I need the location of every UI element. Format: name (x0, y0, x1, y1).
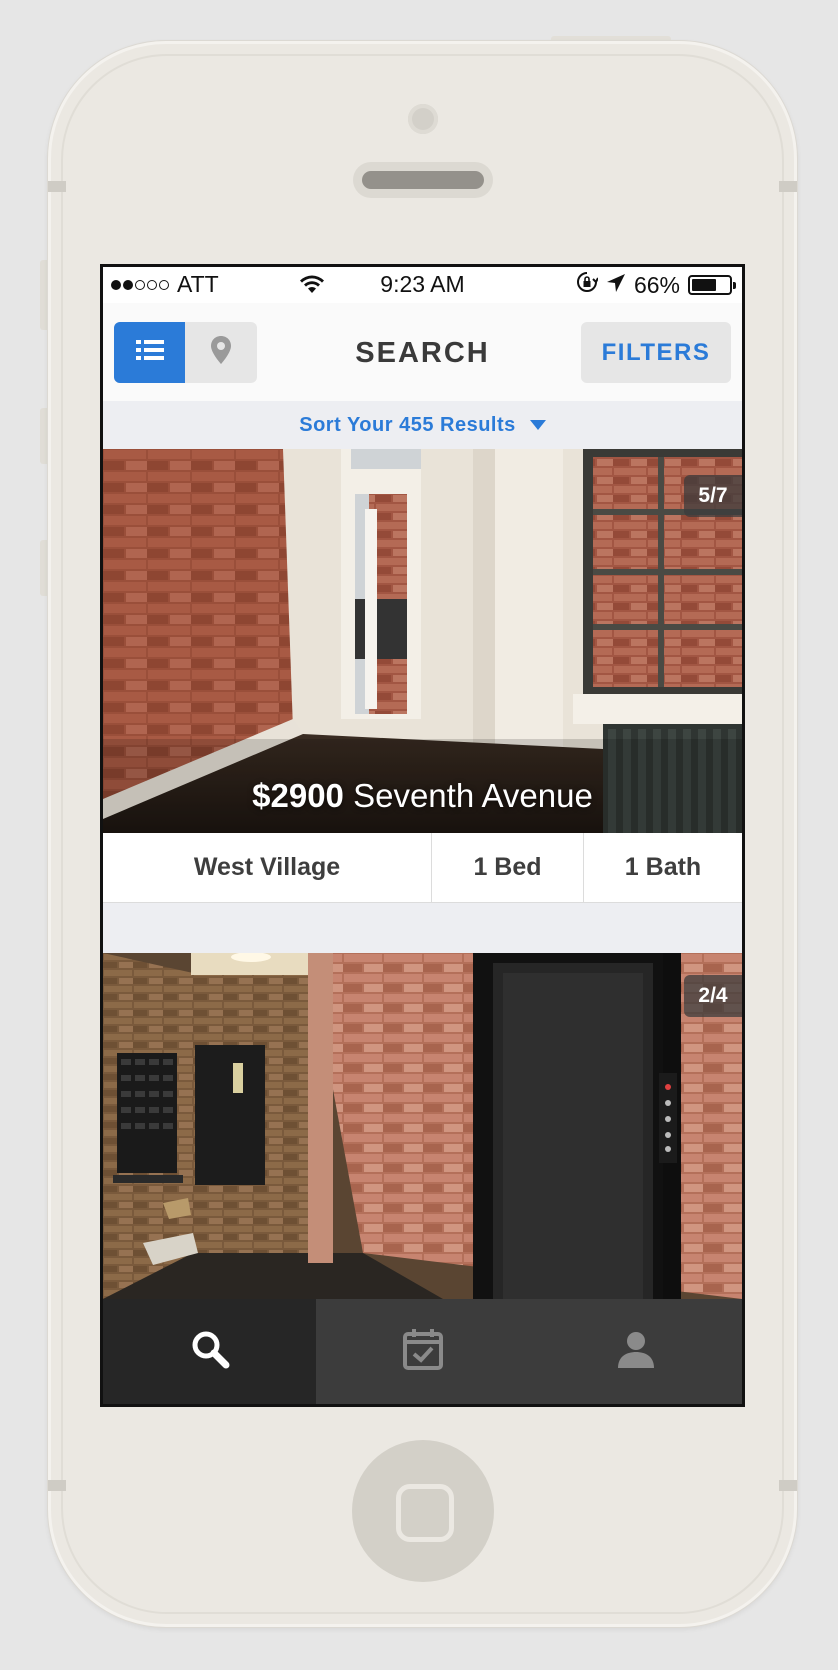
antenna-band (779, 181, 797, 192)
listing-neighborhood: West Village (103, 833, 432, 902)
listing-headline: $2900 Seventh Avenue (103, 777, 742, 815)
mute-switch (40, 260, 48, 330)
user-icon (615, 1328, 657, 1375)
listing-beds: 1 Bed (432, 833, 584, 902)
apartment-interior-photo (103, 449, 742, 833)
sort-label: Sort Your 455 Results (299, 413, 516, 436)
listing-baths: 1 Bath (624, 853, 702, 881)
antenna-band (48, 181, 66, 192)
volume-up-button (40, 408, 48, 464)
battery-percent: 66% (633, 271, 680, 298)
calendar-check-icon (402, 1327, 444, 1376)
nav-bar: SEARCH FILTERS (103, 303, 742, 401)
status-bar: ATT 9:23 AM 66% (103, 267, 742, 303)
home-square-icon (396, 1484, 454, 1542)
home-button[interactable] (352, 1440, 494, 1582)
listing-photo[interactable]: 2/4 (103, 953, 742, 1299)
listing-photo[interactable]: 5/7 $2900 Seventh Avenue (103, 449, 742, 833)
location-arrow-icon (606, 272, 634, 299)
filters-button[interactable]: FILTERS (581, 322, 731, 383)
status-right-group: 66% (576, 271, 736, 299)
caret-down-icon (529, 420, 546, 430)
mockup-stage: ATT 9:23 AM 66% SEARCH FILTERS Sort Your… (0, 0, 838, 1670)
list-separator (103, 903, 742, 953)
tab-bar (103, 1299, 742, 1404)
tab-calendar[interactable] (316, 1299, 529, 1404)
antenna-band (779, 1480, 797, 1491)
front-camera (408, 104, 438, 134)
battery-icon (688, 275, 736, 295)
photo-counter: 2/4 (684, 975, 742, 1017)
tab-search[interactable] (103, 1299, 316, 1404)
rotation-lock-icon (576, 271, 606, 299)
listing-details: West Village 1 Bed 1 Bath (103, 833, 742, 903)
listing-price: $2900 (252, 777, 344, 814)
volume-down-button (40, 540, 48, 596)
antenna-band (48, 1480, 66, 1491)
battery-level (692, 279, 716, 291)
photo-counter: 5/7 (684, 475, 742, 517)
listing-street: Seventh Avenue (353, 777, 593, 814)
app-screen: ATT 9:23 AM 66% SEARCH FILTERS Sort Your… (100, 264, 745, 1407)
earpiece-speaker (353, 162, 493, 198)
sort-dropdown[interactable]: Sort Your 455 Results (103, 401, 742, 449)
tab-profile[interactable] (529, 1299, 742, 1404)
lobby-elevator-photo (103, 953, 742, 1299)
search-icon (189, 1328, 231, 1375)
